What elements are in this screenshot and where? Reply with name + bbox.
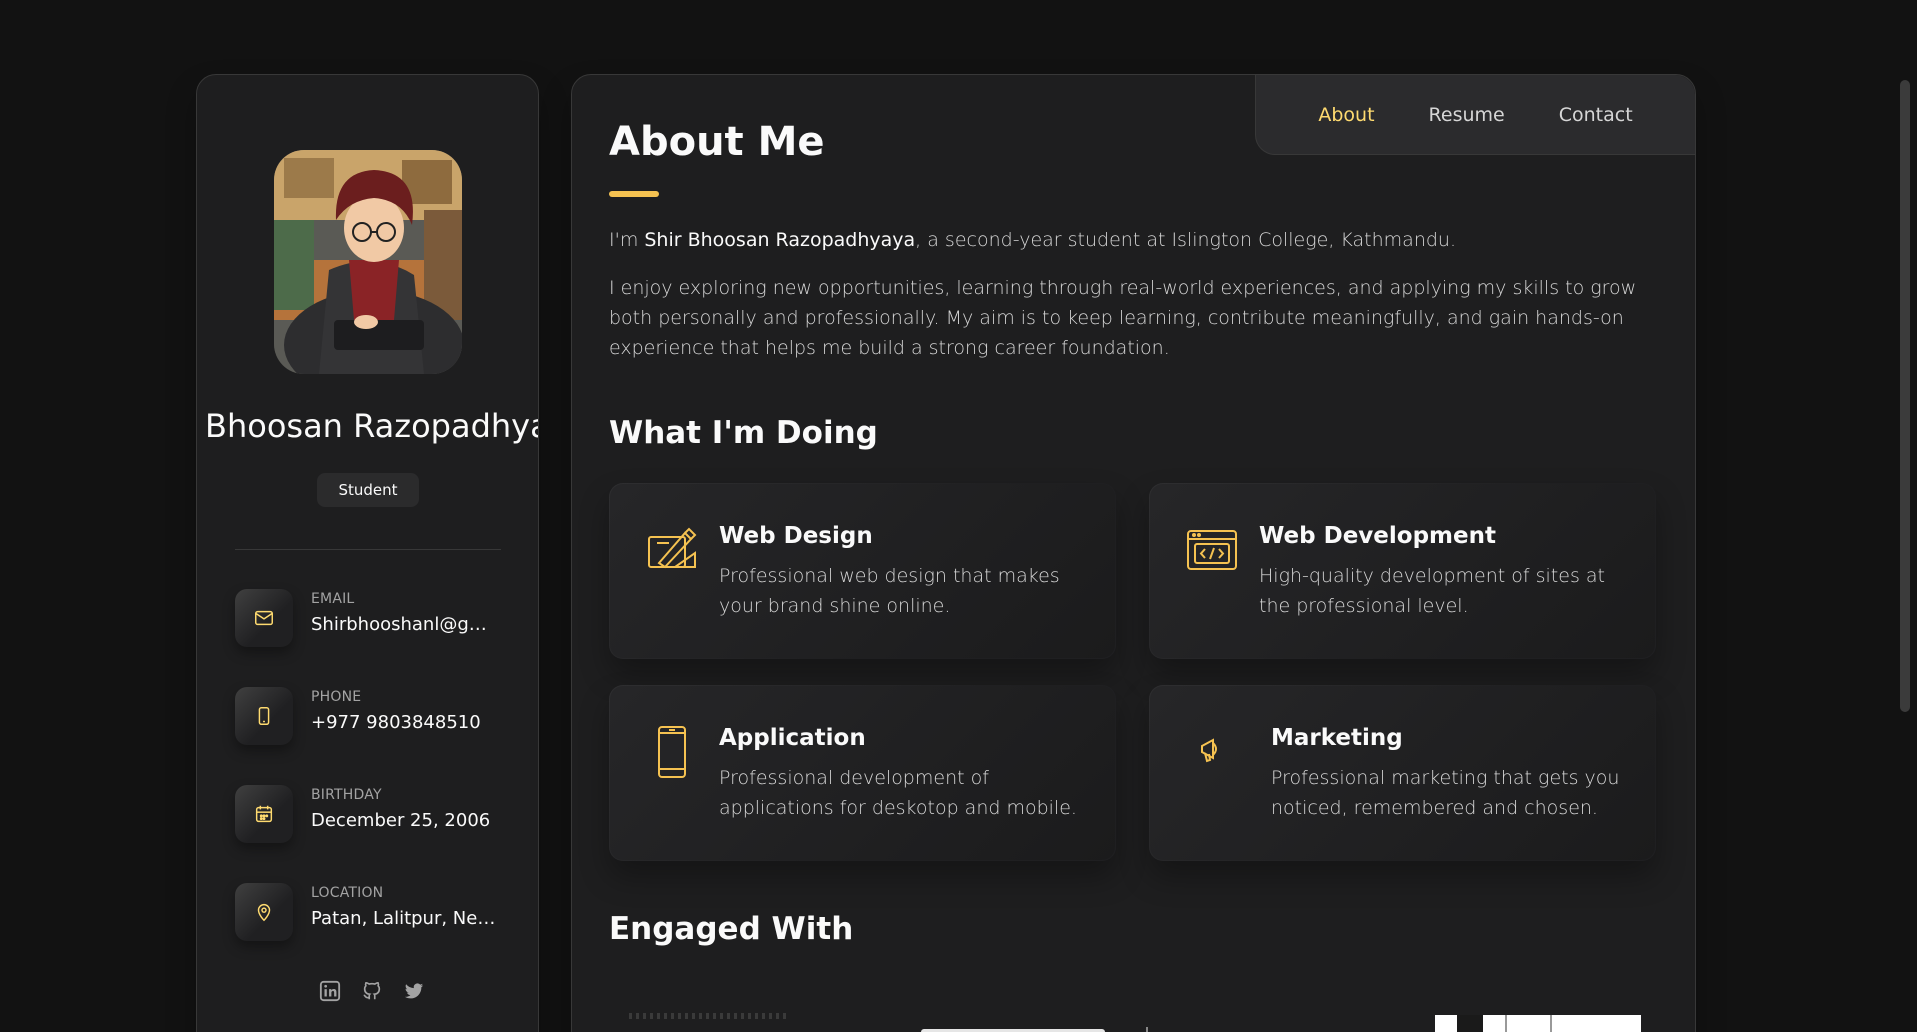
client-logo[interactable] bbox=[1435, 1015, 1641, 1032]
location-icon bbox=[235, 883, 293, 941]
clients-list bbox=[609, 1005, 1649, 1032]
divider bbox=[1146, 1027, 1148, 1032]
contact-item-birthday: Birthday December 25, 2006 bbox=[235, 785, 525, 847]
design-icon bbox=[645, 523, 699, 577]
title-underline bbox=[609, 191, 659, 197]
intro-prefix: I'm bbox=[609, 229, 645, 251]
page-title: About Me bbox=[609, 119, 825, 165]
intro-name: Shir Bhoosan Razopadhyaya bbox=[644, 229, 916, 251]
service-title: Web Development bbox=[1259, 523, 1496, 549]
service-text: High-quality development of sites at the… bbox=[1259, 565, 1605, 617]
crown-icon bbox=[1457, 1015, 1483, 1032]
contact-item-location: Location Patan, Lalitpur, Nepal bbox=[235, 883, 525, 945]
contact-label: Email bbox=[311, 591, 355, 607]
nav-about[interactable]: About bbox=[1318, 104, 1374, 126]
mail-icon bbox=[235, 589, 293, 647]
service-card-marketing: Marketing Professional marketing that ge… bbox=[1149, 685, 1656, 861]
about-paragraph: I enjoy exploring new opportunities, lea… bbox=[609, 277, 1637, 359]
service-card-application: Application Professional development of … bbox=[609, 685, 1116, 861]
code-icon bbox=[1185, 523, 1239, 577]
nav-contact[interactable]: Contact bbox=[1559, 104, 1633, 126]
phone-icon bbox=[235, 687, 293, 745]
email-link[interactable]: Shirbhooshanl@gm... bbox=[311, 614, 501, 635]
contact-item-phone: Phone +977 9803848510 bbox=[235, 687, 525, 749]
divider bbox=[1505, 1015, 1507, 1032]
social-list bbox=[319, 980, 425, 1002]
github-icon[interactable] bbox=[361, 980, 383, 1002]
contact-label: Birthday bbox=[311, 787, 382, 803]
sidebar: Bhoosan Razopadhyaya Student Email Shirb… bbox=[196, 74, 539, 1032]
phone-link[interactable]: +977 9803848510 bbox=[311, 712, 501, 733]
profile-name: Bhoosan Razopadhyaya bbox=[205, 407, 538, 445]
divider bbox=[235, 549, 501, 550]
service-text: Professional development of applications… bbox=[719, 767, 1077, 819]
contact-label: Location bbox=[311, 885, 384, 901]
service-text: Professional web design that makes your … bbox=[719, 565, 1060, 617]
birthday-value: December 25, 2006 bbox=[311, 810, 491, 831]
services-heading: What I'm Doing bbox=[609, 415, 878, 451]
location-value: Patan, Lalitpur, Nepal bbox=[311, 908, 501, 929]
title-badge: Student bbox=[317, 473, 419, 507]
about-intro: I'm Shir Bhoosan Razopadhyaya, a second-… bbox=[609, 225, 1649, 255]
service-card-web-development: Web Development High-quality development… bbox=[1149, 483, 1656, 659]
megaphone-icon bbox=[1197, 733, 1229, 765]
service-title: Application bbox=[719, 725, 866, 751]
contact-item-email: Email Shirbhooshanl@gm... bbox=[235, 589, 525, 651]
calendar-icon bbox=[235, 785, 293, 843]
mobile-icon bbox=[645, 725, 699, 779]
avatar bbox=[274, 150, 462, 374]
avatar-illustration bbox=[274, 150, 462, 374]
contact-label: Phone bbox=[311, 689, 362, 705]
divider bbox=[1550, 1015, 1552, 1032]
service-title: Marketing bbox=[1271, 725, 1403, 751]
service-card-web-design: Web Design Professional web design that … bbox=[609, 483, 1116, 659]
twitter-icon[interactable] bbox=[403, 980, 425, 1002]
main-content: About Resume Contact About Me I'm Shir B… bbox=[571, 74, 1696, 1032]
page-scrollbar[interactable] bbox=[1900, 80, 1910, 712]
service-title: Web Design bbox=[719, 523, 873, 549]
client-logo[interactable] bbox=[629, 1013, 789, 1019]
linkedin-icon[interactable] bbox=[319, 980, 341, 1002]
intro-suffix: , a second-year student at Islington Col… bbox=[915, 229, 1457, 251]
clients-heading: Engaged With bbox=[609, 911, 854, 947]
nav-resume[interactable]: Resume bbox=[1429, 104, 1505, 126]
service-text: Professional marketing that gets you not… bbox=[1271, 767, 1620, 819]
navbar: About Resume Contact bbox=[1255, 75, 1695, 155]
